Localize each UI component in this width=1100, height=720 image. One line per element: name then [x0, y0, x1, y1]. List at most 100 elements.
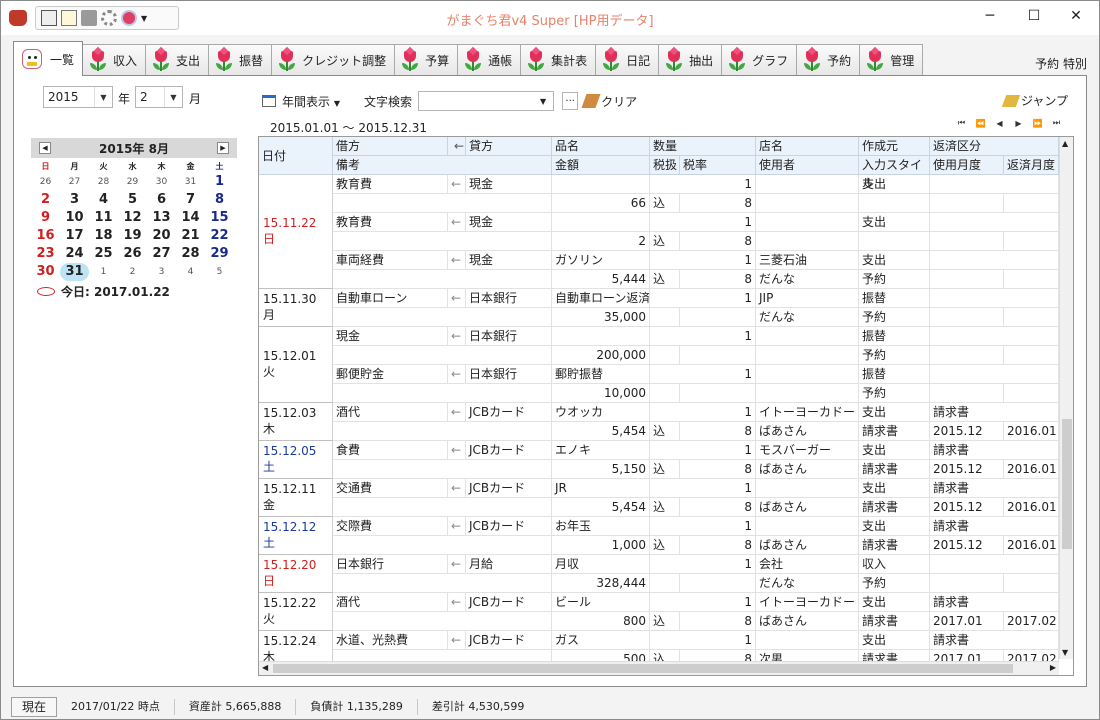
header-qty[interactable]: 数量: [650, 137, 756, 156]
calendar-day[interactable]: 21: [176, 227, 205, 245]
header-tax[interactable]: 税扱: [650, 156, 680, 175]
next-page-icon[interactable]: ⏩: [1030, 116, 1045, 130]
table-row[interactable]: 酒代 ← JCBカード ビール 1 イトーヨーカドー 支出 請求書: [259, 593, 1059, 612]
maximize-button[interactable]: ☐: [1011, 1, 1057, 31]
calendar-day[interactable]: 31: [60, 263, 89, 281]
table-row[interactable]: 5,444 込 8 だんな 予約: [259, 270, 1059, 289]
prev-month-button[interactable]: ◀: [39, 142, 51, 154]
calendar-day[interactable]: 29: [118, 173, 147, 191]
last-record-icon[interactable]: ⏭: [1049, 116, 1064, 130]
special-label[interactable]: 特別: [1063, 57, 1087, 71]
calendar-day[interactable]: 23: [31, 245, 60, 263]
table-row[interactable]: 郵便貯金 ← 日本銀行 郵貯振替 1 振替: [259, 365, 1059, 384]
search-input[interactable]: [418, 91, 555, 111]
calendar-day[interactable]: 28: [176, 245, 205, 263]
calendar-day[interactable]: 9: [31, 209, 60, 227]
month-select[interactable]: 2 ▼: [135, 86, 183, 108]
tab-1[interactable]: 収入: [82, 44, 147, 76]
calendar-day[interactable]: 30: [31, 263, 60, 281]
table-row[interactable]: 現金 ← 日本銀行 1 振替: [259, 327, 1059, 346]
table-row[interactable]: 2込8: [259, 232, 1059, 251]
tab-4[interactable]: クレジット調整: [271, 44, 396, 76]
table-row[interactable]: 自動車ローン ← 日本銀行 自動車ローン返済 1 JIP 振替: [259, 289, 1059, 308]
header-arrow[interactable]: ←: [448, 137, 466, 156]
table-row[interactable]: 5,150 込 8 ばあさん 請求書 2015.12 2016.01: [259, 460, 1059, 479]
header-debit[interactable]: 借方: [333, 137, 448, 156]
tab-12[interactable]: 管理: [859, 44, 924, 76]
calendar-day[interactable]: 16: [31, 227, 60, 245]
calendar-day[interactable]: 4: [89, 191, 118, 209]
calendar-day[interactable]: 18: [89, 227, 118, 245]
header-origin[interactable]: 作成元: [859, 137, 930, 156]
table-row[interactable]: 200,000 予約: [259, 346, 1059, 365]
header-rate[interactable]: 税率: [680, 156, 756, 175]
calendar-day[interactable]: 3: [147, 263, 176, 281]
tab-6[interactable]: 通帳: [457, 44, 522, 76]
table-row[interactable]: 日本銀行 ← 月給 月収 1 会社 収入: [259, 555, 1059, 574]
header-repm[interactable]: 返済月度: [1004, 156, 1059, 175]
calendar-day[interactable]: 14: [176, 209, 205, 227]
table-row[interactable]: 1,000 込 8 ばあさん 請求書 2015.12 2016.01: [259, 536, 1059, 555]
header-item[interactable]: 品名: [552, 137, 650, 156]
table-row[interactable]: 交通費 ← JCBカード JR 1 支出 請求書: [259, 479, 1059, 498]
calendar-day[interactable]: 26: [118, 245, 147, 263]
chevron-down-icon[interactable]: ▼: [164, 87, 182, 107]
horizontal-scrollbar[interactable]: ◀ ▶: [259, 661, 1059, 675]
more-options-button[interactable]: ···: [562, 92, 579, 110]
table-row[interactable]: 5,454 込 8 ばあさん 請求書 2015.12 2016.01: [259, 498, 1059, 517]
calendar-day[interactable]: 20: [147, 227, 176, 245]
search-dropdown-icon[interactable]: ▼: [540, 97, 546, 106]
close-button[interactable]: ✕: [1053, 1, 1099, 31]
calendar-day[interactable]: 13: [147, 209, 176, 227]
view-mode-dropdown[interactable]: 年間表示 ▼: [282, 93, 340, 110]
table-row[interactable]: 食費 ← JCBカード エノキ 1 モスバーガー 支出 請求書: [259, 441, 1059, 460]
table-row[interactable]: 10,000 予約: [259, 384, 1059, 403]
prev-record-icon[interactable]: ◀: [992, 116, 1007, 130]
tab-0[interactable]: 一覧: [13, 41, 84, 76]
tab-11[interactable]: 予約: [796, 44, 861, 76]
tab-3[interactable]: 振替: [208, 44, 273, 76]
header-usem[interactable]: 使用月度: [930, 156, 1004, 175]
table-row[interactable]: 酒代 ← JCBカード ウオッカ 1 イトーヨーカドー 支出 請求書: [259, 403, 1059, 422]
table-row[interactable]: 35,000 だんな 予約: [259, 308, 1059, 327]
calendar-day[interactable]: 26: [31, 173, 60, 191]
vertical-scrollbar[interactable]: ▲ ▼: [1059, 137, 1073, 659]
calendar-day[interactable]: 5: [205, 263, 234, 281]
calendar-day[interactable]: 3: [60, 191, 89, 209]
tab-5[interactable]: 予算: [394, 44, 459, 76]
table-row[interactable]: 教育費 ← 現金 1 支出: [259, 213, 1059, 232]
header-date[interactable]: 日付: [259, 137, 333, 175]
calendar-day[interactable]: 7: [176, 191, 205, 209]
calendar-day[interactable]: 6: [147, 191, 176, 209]
table-row[interactable]: 66 込 8: [259, 194, 1059, 213]
header-amount[interactable]: 金額: [552, 156, 650, 175]
calendar-day[interactable]: 31: [176, 173, 205, 191]
calendar-day[interactable]: 11: [89, 209, 118, 227]
tab-10[interactable]: グラフ: [721, 44, 798, 76]
calendar-day[interactable]: 5: [118, 191, 147, 209]
prev-page-icon[interactable]: ⏪: [973, 116, 988, 130]
jump-button[interactable]: ジャンプ: [1001, 92, 1068, 109]
header-credit[interactable]: 貸方: [466, 137, 552, 156]
calendar-day[interactable]: 4: [176, 263, 205, 281]
year-select[interactable]: 2015 ▼: [43, 86, 113, 108]
next-month-button[interactable]: ▶: [217, 142, 229, 154]
calendar-day[interactable]: 8: [205, 191, 234, 209]
header-repay[interactable]: 返済区分: [930, 137, 1059, 156]
reserve-label[interactable]: 予約: [1035, 57, 1059, 71]
calendar-day[interactable]: 1: [205, 173, 234, 191]
tab-9[interactable]: 抽出: [658, 44, 723, 76]
calendar-day[interactable]: 10: [60, 209, 89, 227]
header-user[interactable]: 使用者: [756, 156, 859, 175]
calendar-day[interactable]: 24: [60, 245, 89, 263]
calendar-day[interactable]: 1: [89, 263, 118, 281]
calendar-day[interactable]: 25: [89, 245, 118, 263]
calendar-day[interactable]: 27: [147, 245, 176, 263]
tab-7[interactable]: 集計表: [520, 44, 597, 76]
table-row[interactable]: 車両経費 ← 現金 ガソリン 1 三菱石油 支出: [259, 251, 1059, 270]
table-row[interactable]: 交際費 ← JCBカード お年玉 1 支出 請求書: [259, 517, 1059, 536]
calendar-day[interactable]: 17: [60, 227, 89, 245]
clear-button[interactable]: クリア: [581, 93, 637, 110]
first-record-icon[interactable]: ⏮: [954, 116, 969, 130]
table-row[interactable]: 教育費 ← 現金 1 支出: [259, 175, 1059, 194]
